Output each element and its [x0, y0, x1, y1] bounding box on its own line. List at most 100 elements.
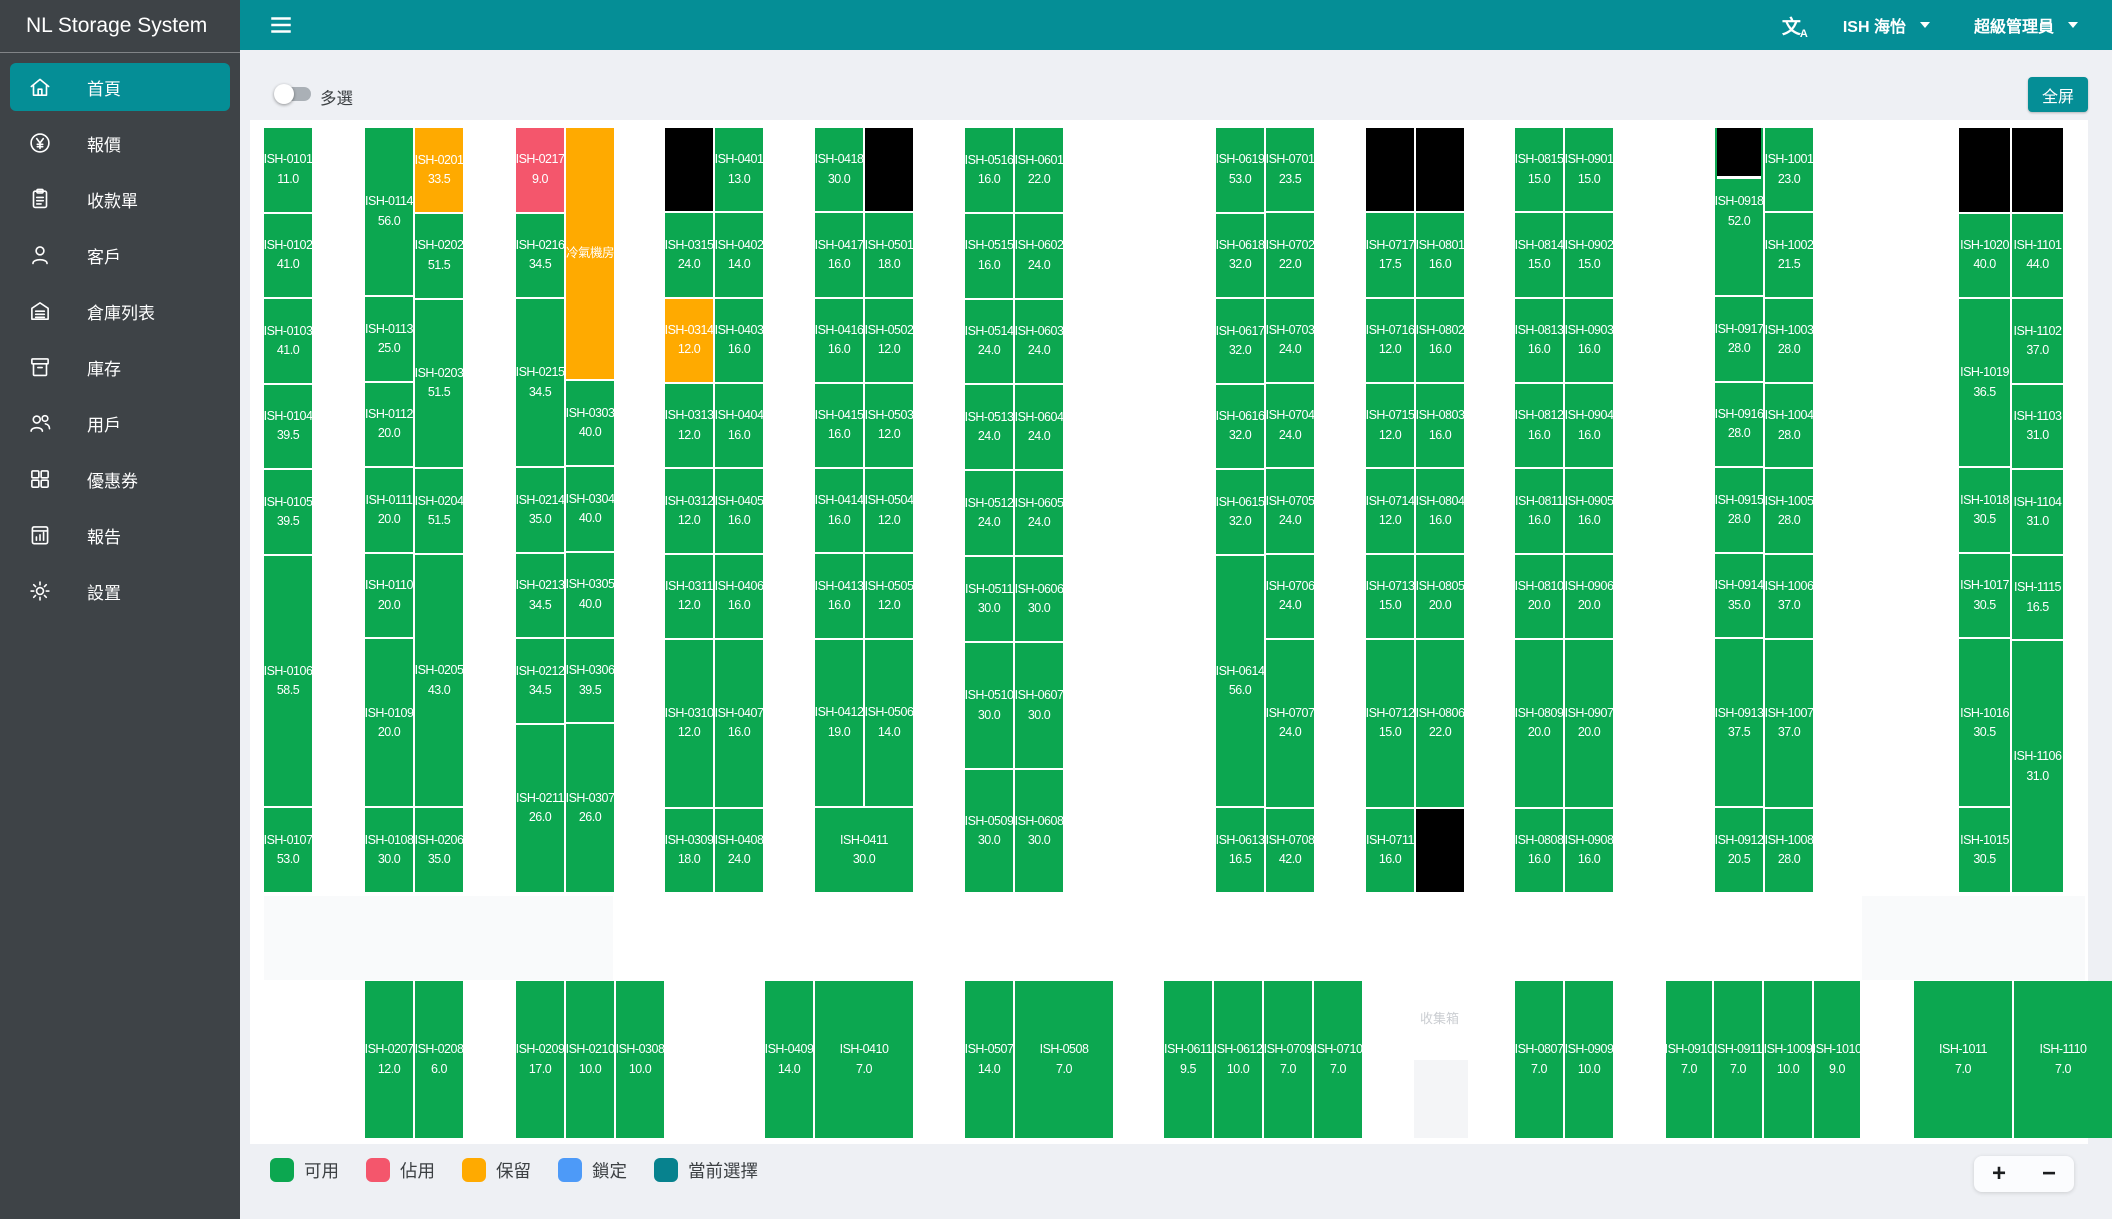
storage-block[interactable]: ISH-051424.0 [965, 300, 1013, 384]
storage-block[interactable]: ISH-011456.0 [365, 128, 413, 295]
storage-block[interactable]: ISH-040914.0 [765, 981, 813, 1138]
storage-block[interactable]: ISH-050512.0 [865, 554, 913, 637]
storage-block[interactable]: ISH-051130.0 [965, 557, 1013, 641]
storage-block[interactable]: ISH-110631.0 [2012, 641, 2063, 892]
storage-block[interactable]: ISH-011020.0 [365, 554, 413, 638]
storage-block[interactable]: ISH-020543.0 [415, 555, 463, 806]
storage-block[interactable]: ISH-030810.0 [616, 981, 664, 1138]
storage-block[interactable]: ISH-021126.0 [516, 725, 564, 892]
sidebar-item-8[interactable]: 報告 [10, 511, 230, 559]
storage-block[interactable]: ISH-110237.0 [2012, 299, 2063, 383]
storage-block[interactable]: ISH-050412.0 [865, 469, 913, 552]
storage-block[interactable]: ISH-041416.0 [815, 469, 863, 552]
storage-block[interactable]: ISH-061732.0 [1216, 299, 1264, 383]
storage-block[interactable]: ISH-041716.0 [815, 213, 863, 296]
storage-block[interactable]: ISH-071412.0 [1366, 469, 1414, 552]
storage-block[interactable]: ISH-05087.0 [1015, 981, 1113, 1138]
storage-block[interactable]: ISH-040214.0 [715, 213, 763, 296]
zoom-out-button[interactable]: − [2036, 1162, 2062, 1186]
storage-block[interactable]: ISH-031524.0 [665, 213, 713, 296]
storage-block[interactable]: ISH-091852.0 [1715, 128, 1763, 295]
storage-block[interactable]: ISH-030540.0 [566, 553, 614, 637]
storage-block[interactable]: ISH-061953.0 [1216, 128, 1264, 212]
storage-block[interactable]: ISH-080520.0 [1416, 555, 1464, 638]
storage-block[interactable]: ISH-091528.0 [1715, 468, 1763, 552]
storage-block[interactable]: ISH-081515.0 [1515, 128, 1563, 211]
storage-block[interactable]: ISH-11107.0 [2014, 981, 2112, 1138]
sidebar-item-2[interactable]: 收款單 [10, 175, 230, 223]
storage-block[interactable]: ISH-041830.0 [815, 128, 863, 211]
storage-block[interactable]: ISH-08077.0 [1515, 981, 1563, 1138]
storage-block[interactable]: ISH-010111.0 [264, 128, 312, 212]
storage-block[interactable]: ISH-051224.0 [965, 471, 1013, 555]
storage-block[interactable]: ISH-010920.0 [365, 639, 413, 806]
storage-block[interactable]: ISH-011220.0 [365, 383, 413, 467]
storage-block[interactable]: ISH-060730.0 [1015, 643, 1063, 769]
storage-block[interactable]: ISH-070724.0 [1266, 640, 1314, 807]
storage-block[interactable]: ISH-061210.0 [1214, 981, 1262, 1138]
storage-block[interactable]: ISH-060224.0 [1015, 214, 1063, 298]
storage-block[interactable]: ISH-010341.0 [264, 299, 312, 383]
storage-block[interactable]: ISH-051516.0 [965, 214, 1013, 298]
storage-block[interactable]: ISH-041130.0 [815, 808, 913, 892]
storage-block[interactable]: ISH-071116.0 [1366, 809, 1414, 892]
storage-block[interactable]: ISH-030918.0 [665, 809, 713, 892]
storage-block[interactable]: ISH-081020.0 [1515, 555, 1563, 638]
storage-block[interactable]: ISH-110331.0 [2012, 385, 2063, 469]
storage-block[interactable]: ISH-091728.0 [1715, 297, 1763, 381]
storage-block[interactable]: ISH-100737.0 [1765, 640, 1813, 807]
storage-block[interactable]: ISH-061316.5 [1216, 808, 1264, 892]
storage-block[interactable]: ISH-090416.0 [1565, 384, 1613, 467]
storage-block[interactable]: ISH-070424.0 [1266, 384, 1314, 467]
storage-block[interactable]: ISH-091435.0 [1715, 554, 1763, 638]
language-icon[interactable]: 文A [1782, 12, 1809, 39]
storage-block[interactable]: ISH-060424.0 [1015, 385, 1063, 469]
storage-block[interactable]: ISH-041516.0 [815, 384, 863, 467]
storage-block[interactable]: ISH-06119.5 [1164, 981, 1212, 1138]
storage-block[interactable]: ISH-100221.5 [1765, 213, 1813, 296]
storage-block[interactable]: ISH-080316.0 [1416, 384, 1464, 467]
storage-block[interactable]: ISH-041219.0 [815, 640, 863, 807]
storage-block[interactable]: ISH-071612.0 [1366, 299, 1414, 382]
storage-block[interactable]: ISH-050118.0 [865, 213, 913, 296]
storage-block[interactable]: ISH-020635.0 [415, 808, 463, 892]
storage-block[interactable]: ISH-060524.0 [1015, 471, 1063, 555]
storage-block[interactable]: ISH-051616.0 [965, 128, 1013, 212]
storage-block[interactable]: ISH-101630.5 [1959, 639, 2010, 806]
storage-block[interactable]: ISH-10109.0 [1814, 981, 1860, 1138]
storage-block[interactable]: ISH-100428.0 [1765, 384, 1813, 467]
storage-block[interactable]: ISH-050930.0 [965, 770, 1013, 892]
storage-block[interactable]: ISH-020351.5 [415, 300, 463, 468]
storage-block[interactable]: ISH-101730.5 [1959, 554, 2010, 638]
storage-block[interactable]: ISH-071215.0 [1366, 640, 1414, 807]
storage-block[interactable]: ISH-100910.0 [1764, 981, 1812, 1138]
storage-block[interactable]: ISH-031312.0 [665, 384, 713, 467]
storage-block[interactable]: ISH-081116.0 [1515, 469, 1563, 552]
storage-block[interactable]: ISH-061532.0 [1216, 470, 1264, 554]
storage-block[interactable]: ISH-040416.0 [715, 384, 763, 467]
storage-block[interactable]: ISH-051030.0 [965, 643, 1013, 769]
storage-block[interactable]: ISH-080216.0 [1416, 299, 1464, 382]
storage-block[interactable]: ISH-02086.0 [415, 981, 463, 1138]
storage-block[interactable]: ISH-020451.5 [415, 469, 463, 553]
storage-block[interactable]: ISH-061832.0 [1216, 214, 1264, 298]
storage-block[interactable]: ISH-061456.0 [1216, 556, 1264, 807]
sidebar-item-4[interactable]: 倉庫列表 [10, 287, 230, 335]
storage-block[interactable]: ISH-021334.5 [516, 554, 564, 638]
storage-block[interactable]: ISH-010539.5 [264, 470, 312, 554]
storage-block[interactable]: ISH-070624.0 [1266, 555, 1314, 638]
storage-block[interactable]: ISH-011120.0 [365, 468, 413, 552]
storage-block[interactable]: ISH-071717.5 [1366, 213, 1414, 296]
sidebar-item-1[interactable]: 報價 [10, 119, 230, 167]
storage-block[interactable]: ISH-040716.0 [715, 640, 763, 807]
storage-block[interactable]: ISH-090720.0 [1565, 640, 1613, 807]
storage-block[interactable]: ISH-020251.5 [415, 214, 463, 298]
storage-block[interactable]: ISH-020712.0 [365, 981, 413, 1138]
user-role-menu[interactable]: 超級管理員 [1974, 13, 2078, 37]
storage-block[interactable]: ISH-040824.0 [715, 809, 763, 892]
storage-block[interactable]: ISH-031412.0 [665, 299, 713, 382]
storage-block[interactable]: ISH-081216.0 [1515, 384, 1563, 467]
site-selector[interactable]: ISH 海怡 [1843, 13, 1930, 37]
storage-block[interactable]: ISH-081316.0 [1515, 299, 1563, 382]
storage-block[interactable]: ISH-010830.0 [365, 808, 413, 892]
